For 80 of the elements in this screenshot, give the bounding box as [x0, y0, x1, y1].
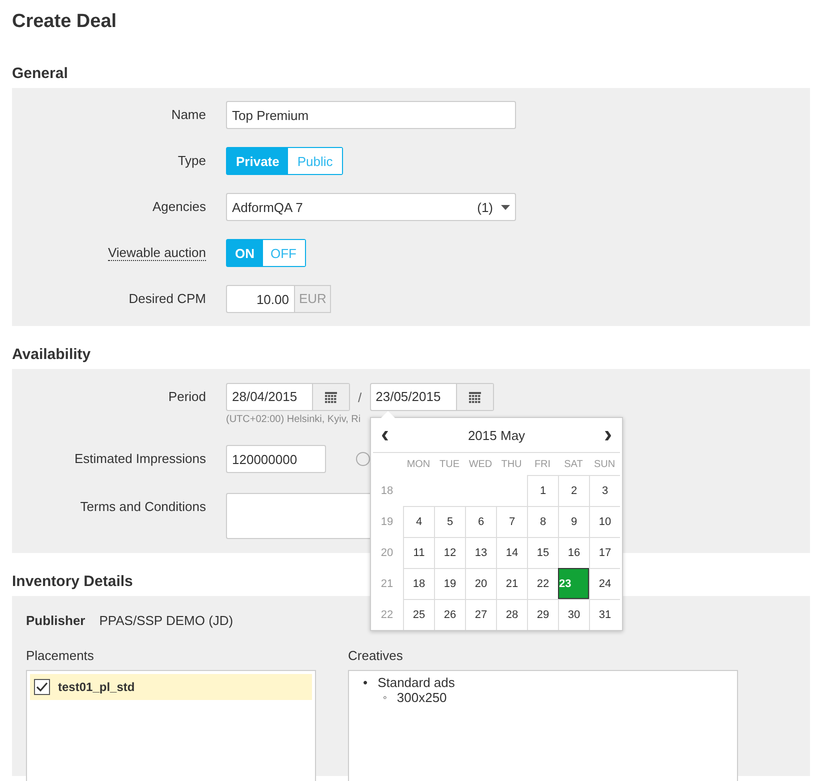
calendar-day[interactable]: 5: [434, 506, 465, 537]
section-heading: Inventory Details: [12, 572, 133, 592]
calendar-day[interactable]: 31: [589, 599, 620, 630]
field-label: Desired CPM: [128, 290, 207, 308]
radio-button[interactable]: [356, 452, 370, 466]
next-month-button[interactable]: ›: [596, 425, 620, 445]
calendar-day[interactable]: 11: [403, 537, 434, 568]
calendar-icon: [468, 392, 481, 402]
field-label: Name: [170, 106, 207, 124]
calendar-day[interactable]: 22: [527, 568, 558, 599]
calendar-day[interactable]: 8: [527, 506, 558, 537]
week-number: 20: [380, 546, 394, 560]
currency-addon: EUR: [295, 285, 332, 313]
field-label: Viewable auction: [108, 245, 206, 261]
calendar-day[interactable]: 12: [434, 537, 465, 568]
weekday-label: TUE: [438, 458, 460, 472]
calendar-day[interactable]: 4: [403, 506, 434, 537]
weekday-label: FRI: [533, 458, 552, 472]
calendar-day[interactable]: 20: [465, 568, 496, 599]
calendar-day[interactable]: 13: [465, 537, 496, 568]
calendar-day[interactable]: 6: [465, 506, 496, 537]
list-label: Creatives: [348, 648, 404, 663]
weekday-label: MON: [406, 458, 432, 472]
calendar-day[interactable]: 16: [558, 537, 589, 568]
calendar-day[interactable]: 17: [589, 537, 620, 568]
calendar-day[interactable]: 7: [496, 506, 527, 537]
field-label: Type: [176, 152, 207, 170]
agencies-dropdown[interactable]: AdformQA 7 (1): [226, 193, 516, 221]
timezone-hint: (UTC+02:00) Helsinki, Kyiv, Ri: [226, 414, 362, 425]
publisher-value: PPAS/SSP DEMO (JD): [99, 612, 234, 628]
weekday-label: WED: [468, 458, 494, 472]
calendar-day[interactable]: 3: [589, 475, 620, 506]
calendar-day[interactable]: 30: [558, 599, 589, 630]
section-heading: Availability: [12, 345, 91, 365]
bullet-mark: •: [363, 675, 368, 690]
calendar-day[interactable]: 26: [434, 599, 465, 630]
weekday-label: SAT: [563, 458, 584, 472]
cpm-field[interactable]: 10.00: [226, 285, 295, 313]
calendar-day[interactable]: 19: [434, 568, 465, 599]
creative-group: Standard ads: [378, 675, 455, 690]
calendar-day[interactable]: 25: [403, 599, 434, 630]
calendar-day[interactable]: 18: [403, 568, 434, 599]
calendar-day[interactable]: 21: [496, 568, 527, 599]
calendar-day[interactable]: 14: [496, 537, 527, 568]
calendar-title: 2015 May: [468, 428, 526, 442]
previous-month-button[interactable]: ‹: [373, 425, 397, 445]
caret-icon: [501, 204, 510, 210]
weekday-label: SUN: [592, 458, 616, 472]
end-date-field[interactable]: 23/05/2015: [370, 383, 494, 411]
calendar-icon: [325, 392, 337, 402]
field-label: Agencies: [152, 198, 207, 216]
placement-item[interactable]: test01_pl_std: [30, 674, 312, 700]
weekday-label: THU: [500, 458, 523, 472]
calendar-day[interactable]: 2: [558, 475, 589, 506]
calendar-day[interactable]: 1: [527, 475, 558, 506]
week-number: 18: [380, 484, 394, 498]
calendar-day[interactable]: 10: [589, 506, 620, 537]
calendar-day[interactable]: 28: [496, 599, 527, 630]
calendar-day[interactable]: 9: [558, 506, 589, 537]
page-title: Create Deal: [12, 10, 118, 34]
name-field[interactable]: Top Premium: [226, 101, 516, 129]
week-number: 19: [380, 514, 394, 530]
list-label: Placements: [26, 648, 95, 663]
week-number: 22: [380, 608, 394, 622]
calendar-day[interactable]: 15: [527, 537, 558, 568]
field-label: Terms and Conditions: [79, 498, 207, 516]
creative-size: 300x250: [396, 690, 447, 705]
field-label: Estimated Impressions: [74, 450, 207, 468]
calendar-day[interactable]: 29: [527, 599, 558, 630]
date-separator: /: [358, 390, 362, 404]
field-label: Period: [167, 388, 207, 406]
calendar-day[interactable]: 27: [465, 599, 496, 630]
calendar-day[interactable]: 24: [589, 568, 620, 599]
publisher-label: Publisher: [26, 612, 86, 628]
section-heading: General: [12, 64, 68, 84]
week-number: 21: [380, 576, 394, 592]
bullet-mark: ◦: [383, 692, 387, 704]
checkbox[interactable]: [34, 679, 50, 695]
start-date-field[interactable]: 28/04/2015: [226, 383, 350, 411]
impressions-field[interactable]: 120000000: [226, 445, 326, 473]
